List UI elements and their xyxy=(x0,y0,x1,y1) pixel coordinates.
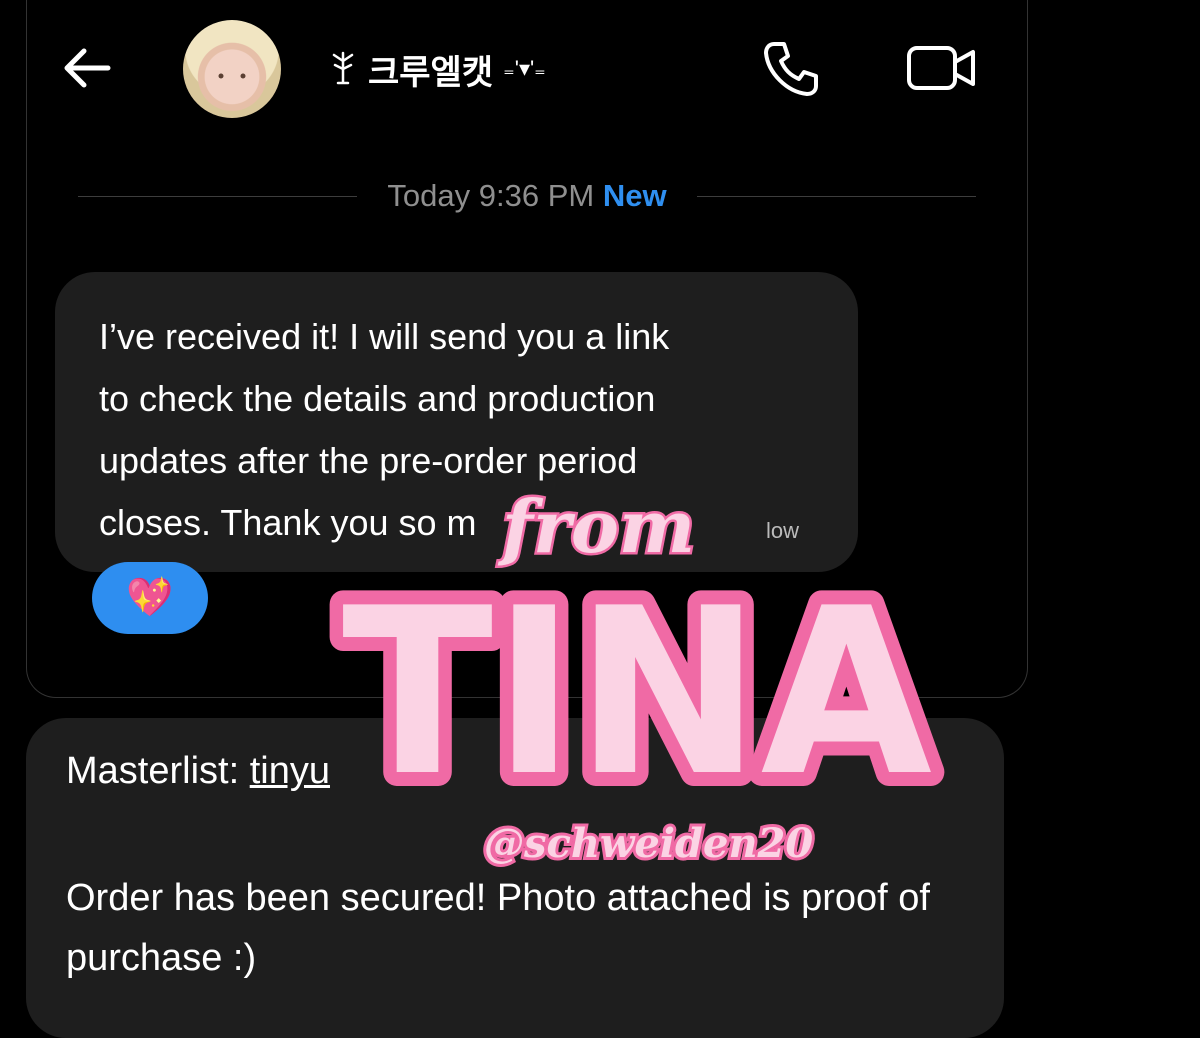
contact-name-suffix: ₌'▾'₌ xyxy=(503,56,546,81)
separator-text: Today 9:36 PM New xyxy=(357,178,696,214)
phone-icon xyxy=(764,42,818,96)
watermark-from: from xyxy=(497,484,695,569)
date-separator: Today 9:36 PM New xyxy=(78,174,977,218)
avatar[interactable] xyxy=(183,20,281,118)
separator-line-left xyxy=(78,195,358,197)
masterlist-line: Masterlist: tinyu xyxy=(66,750,330,793)
sparkle-flower-icon xyxy=(332,51,354,85)
separator-time: Today 9:36 PM xyxy=(387,178,595,213)
video-camera-icon xyxy=(907,46,975,90)
watermark-handle: @schweiden20 xyxy=(484,820,813,867)
masterlist-label: Masterlist: xyxy=(66,750,250,792)
watermark-name: TINA xyxy=(342,560,932,827)
separator-line-right xyxy=(696,195,977,197)
contact-title[interactable]: 크루엘캣 ₌'▾'₌ xyxy=(328,44,546,94)
contact-name: 크루엘캣 xyxy=(368,53,494,92)
order-text: Order has been secured! Photo attached i… xyxy=(66,877,930,979)
sparkling-heart-icon: 💖 xyxy=(126,577,174,619)
video-call-button[interactable] xyxy=(905,40,979,96)
reaction-badge[interactable]: 💖 xyxy=(92,562,208,634)
arrow-left-icon xyxy=(64,48,111,88)
face-icon xyxy=(218,73,246,79)
new-badge: New xyxy=(602,178,667,213)
call-button[interactable] xyxy=(760,38,822,100)
watermark-overlay: from TINA @schweiden20 xyxy=(328,482,946,871)
back-button[interactable] xyxy=(58,38,118,98)
